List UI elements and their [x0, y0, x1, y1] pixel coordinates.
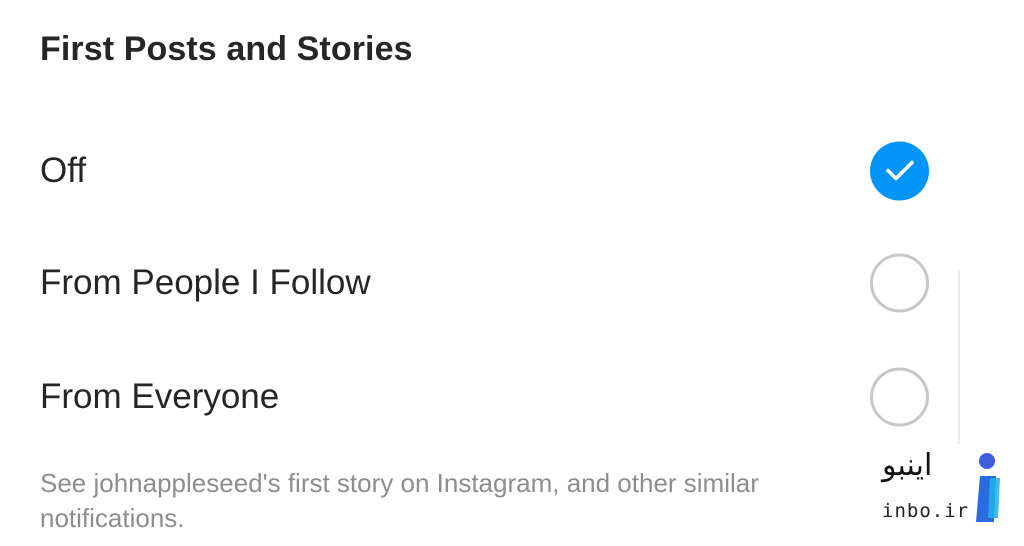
radio-unselected[interactable]	[870, 367, 929, 427]
section-title: First Posts and Stories	[40, 30, 413, 68]
inbo-logo-icon	[976, 453, 1000, 522]
option-from-people-i-follow[interactable]: From People I Follow	[0, 238, 960, 328]
option-from-everyone[interactable]: From Everyone	[0, 352, 960, 442]
option-off[interactable]: Off	[0, 126, 960, 216]
radio-selected[interactable]	[870, 141, 929, 201]
check-icon	[886, 160, 914, 181]
radio-unselected[interactable]	[870, 253, 929, 313]
helper-text: See johnappleseed's first story on Insta…	[40, 468, 759, 533]
notification-settings-page: First Posts and Stories Off From People …	[0, 0, 1024, 546]
option-label: From Everyone	[40, 377, 280, 416]
option-label: Off	[40, 151, 87, 190]
watermark: اینبو inbo.ir	[876, 444, 1016, 534]
watermark-domain: inbo.ir	[882, 500, 970, 522]
scrollbar-track	[958, 270, 960, 450]
watermark-persian-text: اینبو	[882, 448, 933, 483]
option-label: From People I Follow	[40, 263, 371, 302]
